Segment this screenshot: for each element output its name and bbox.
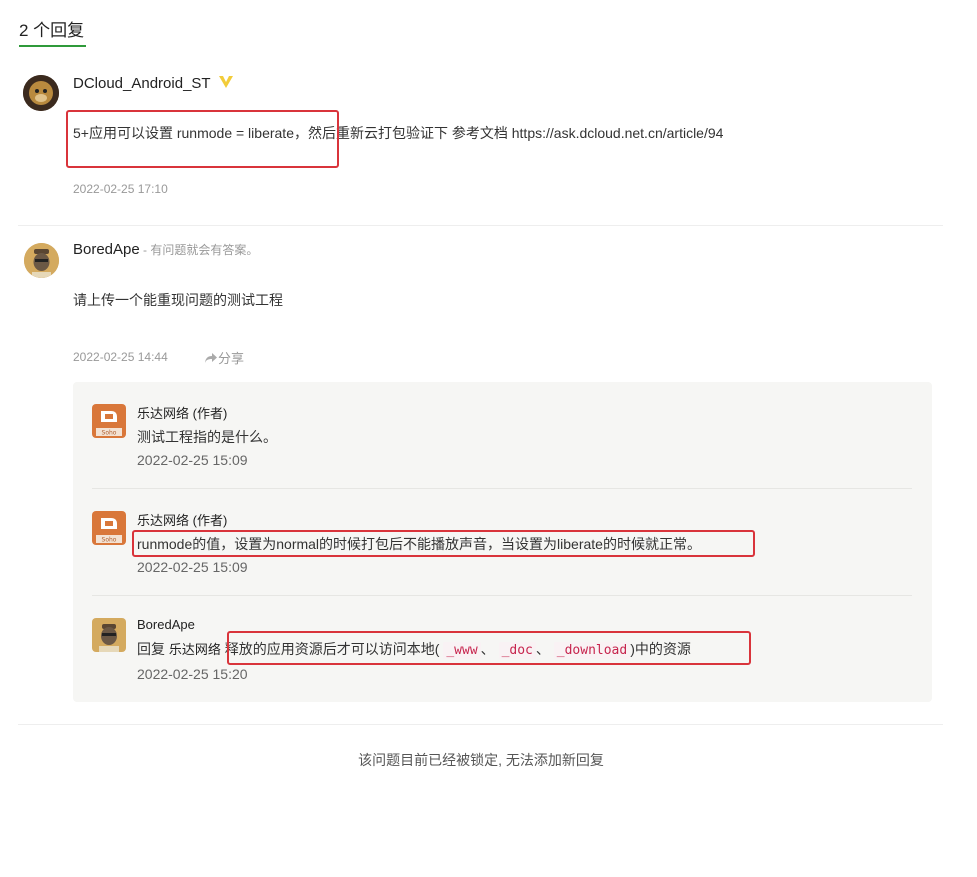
ape-avatar-icon [92,618,126,652]
avatar[interactable] [23,75,59,111]
comment-time: 2022-02-25 15:09 [137,559,248,575]
brand-logo-icon: Soho [92,511,126,545]
answer-time: 2022-02-25 17:10 [73,182,168,196]
avatar[interactable]: Soho [92,511,126,545]
reply-to-user-link[interactable]: 乐达网络 [169,642,221,657]
highlight-box [132,530,755,557]
reply-count-underline [19,45,86,47]
answer-content: 请上传一个能重现问题的测试工程 [73,292,283,308]
divider [18,724,943,725]
comment-username[interactable]: 乐达网络 (作者) [137,510,227,529]
avatar[interactable] [92,618,126,652]
brand-logo-icon: Soho [92,404,126,438]
divider [92,488,912,489]
comment-time: 2022-02-25 15:20 [137,666,248,682]
answer-time: 2022-02-25 14:44 [73,350,168,364]
vip-v-icon [218,75,234,93]
comment-text: 测试工程指的是什么。 [137,429,277,445]
reply-count-title: 2 个回复 [19,21,85,40]
answer-username[interactable]: DCloud_Android_ST [73,75,234,93]
divider [92,595,912,596]
highlight-box [227,631,751,665]
comment-time: 2022-02-25 15:09 [137,452,248,468]
locked-notice: 该问题目前已经被锁定, 无法添加新回复 [358,752,604,768]
share-button[interactable]: 分享 [204,348,244,367]
ape-avatar-icon [24,243,59,278]
comment-username[interactable]: 乐达网络 (作者) [137,403,227,422]
monkey-avatar-icon [23,75,59,111]
avatar[interactable]: Soho [92,404,126,438]
username-text[interactable]: BoredApe [73,241,140,258]
share-label[interactable]: 分享 [218,351,244,366]
divider [18,225,943,226]
username-text[interactable]: DCloud_Android_ST [73,75,210,92]
share-arrow-icon [204,352,218,367]
reply-prefix: 回复 [137,641,169,657]
svg-text:Soho: Soho [102,537,117,544]
avatar[interactable] [24,243,59,278]
svg-text:Soho: Soho [102,430,117,437]
user-signature: - 有问题就会有答案。 [139,243,259,257]
highlight-box [66,110,339,168]
comment-username[interactable]: BoredApe [137,617,195,632]
answer-username-line: BoredApe - 有问题就会有答案。 [73,241,258,258]
